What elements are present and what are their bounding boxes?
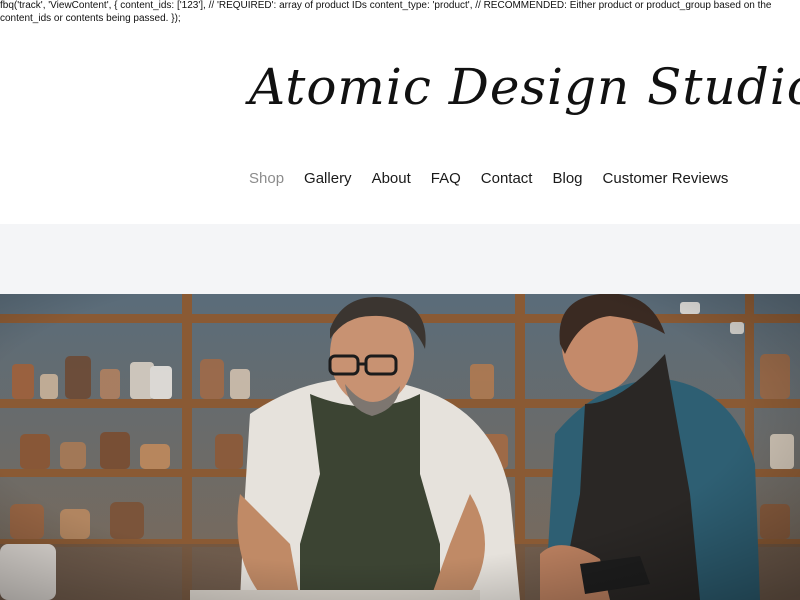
site-header: Atomic Design Studio Shop Gallery About … (0, 28, 800, 224)
gray-band (0, 224, 800, 294)
nav-item-faq[interactable]: FAQ (431, 170, 461, 187)
site-title[interactable]: Atomic Design Studio (249, 58, 800, 116)
nav-item-gallery[interactable]: Gallery (304, 170, 352, 187)
nav-item-contact[interactable]: Contact (481, 170, 533, 187)
nav-item-customer-reviews[interactable]: Customer Reviews (603, 170, 729, 187)
main-nav: Shop Gallery About FAQ Contact Blog Cust… (249, 170, 728, 187)
nav-item-shop[interactable]: Shop (249, 170, 284, 187)
nav-item-about[interactable]: About (372, 170, 411, 187)
hero-image (0, 294, 800, 600)
nav-item-blog[interactable]: Blog (552, 170, 582, 187)
script-code-text: fbq('track', 'ViewContent', { content_id… (0, 0, 772, 24)
pottery-workshop-photo (0, 294, 800, 600)
